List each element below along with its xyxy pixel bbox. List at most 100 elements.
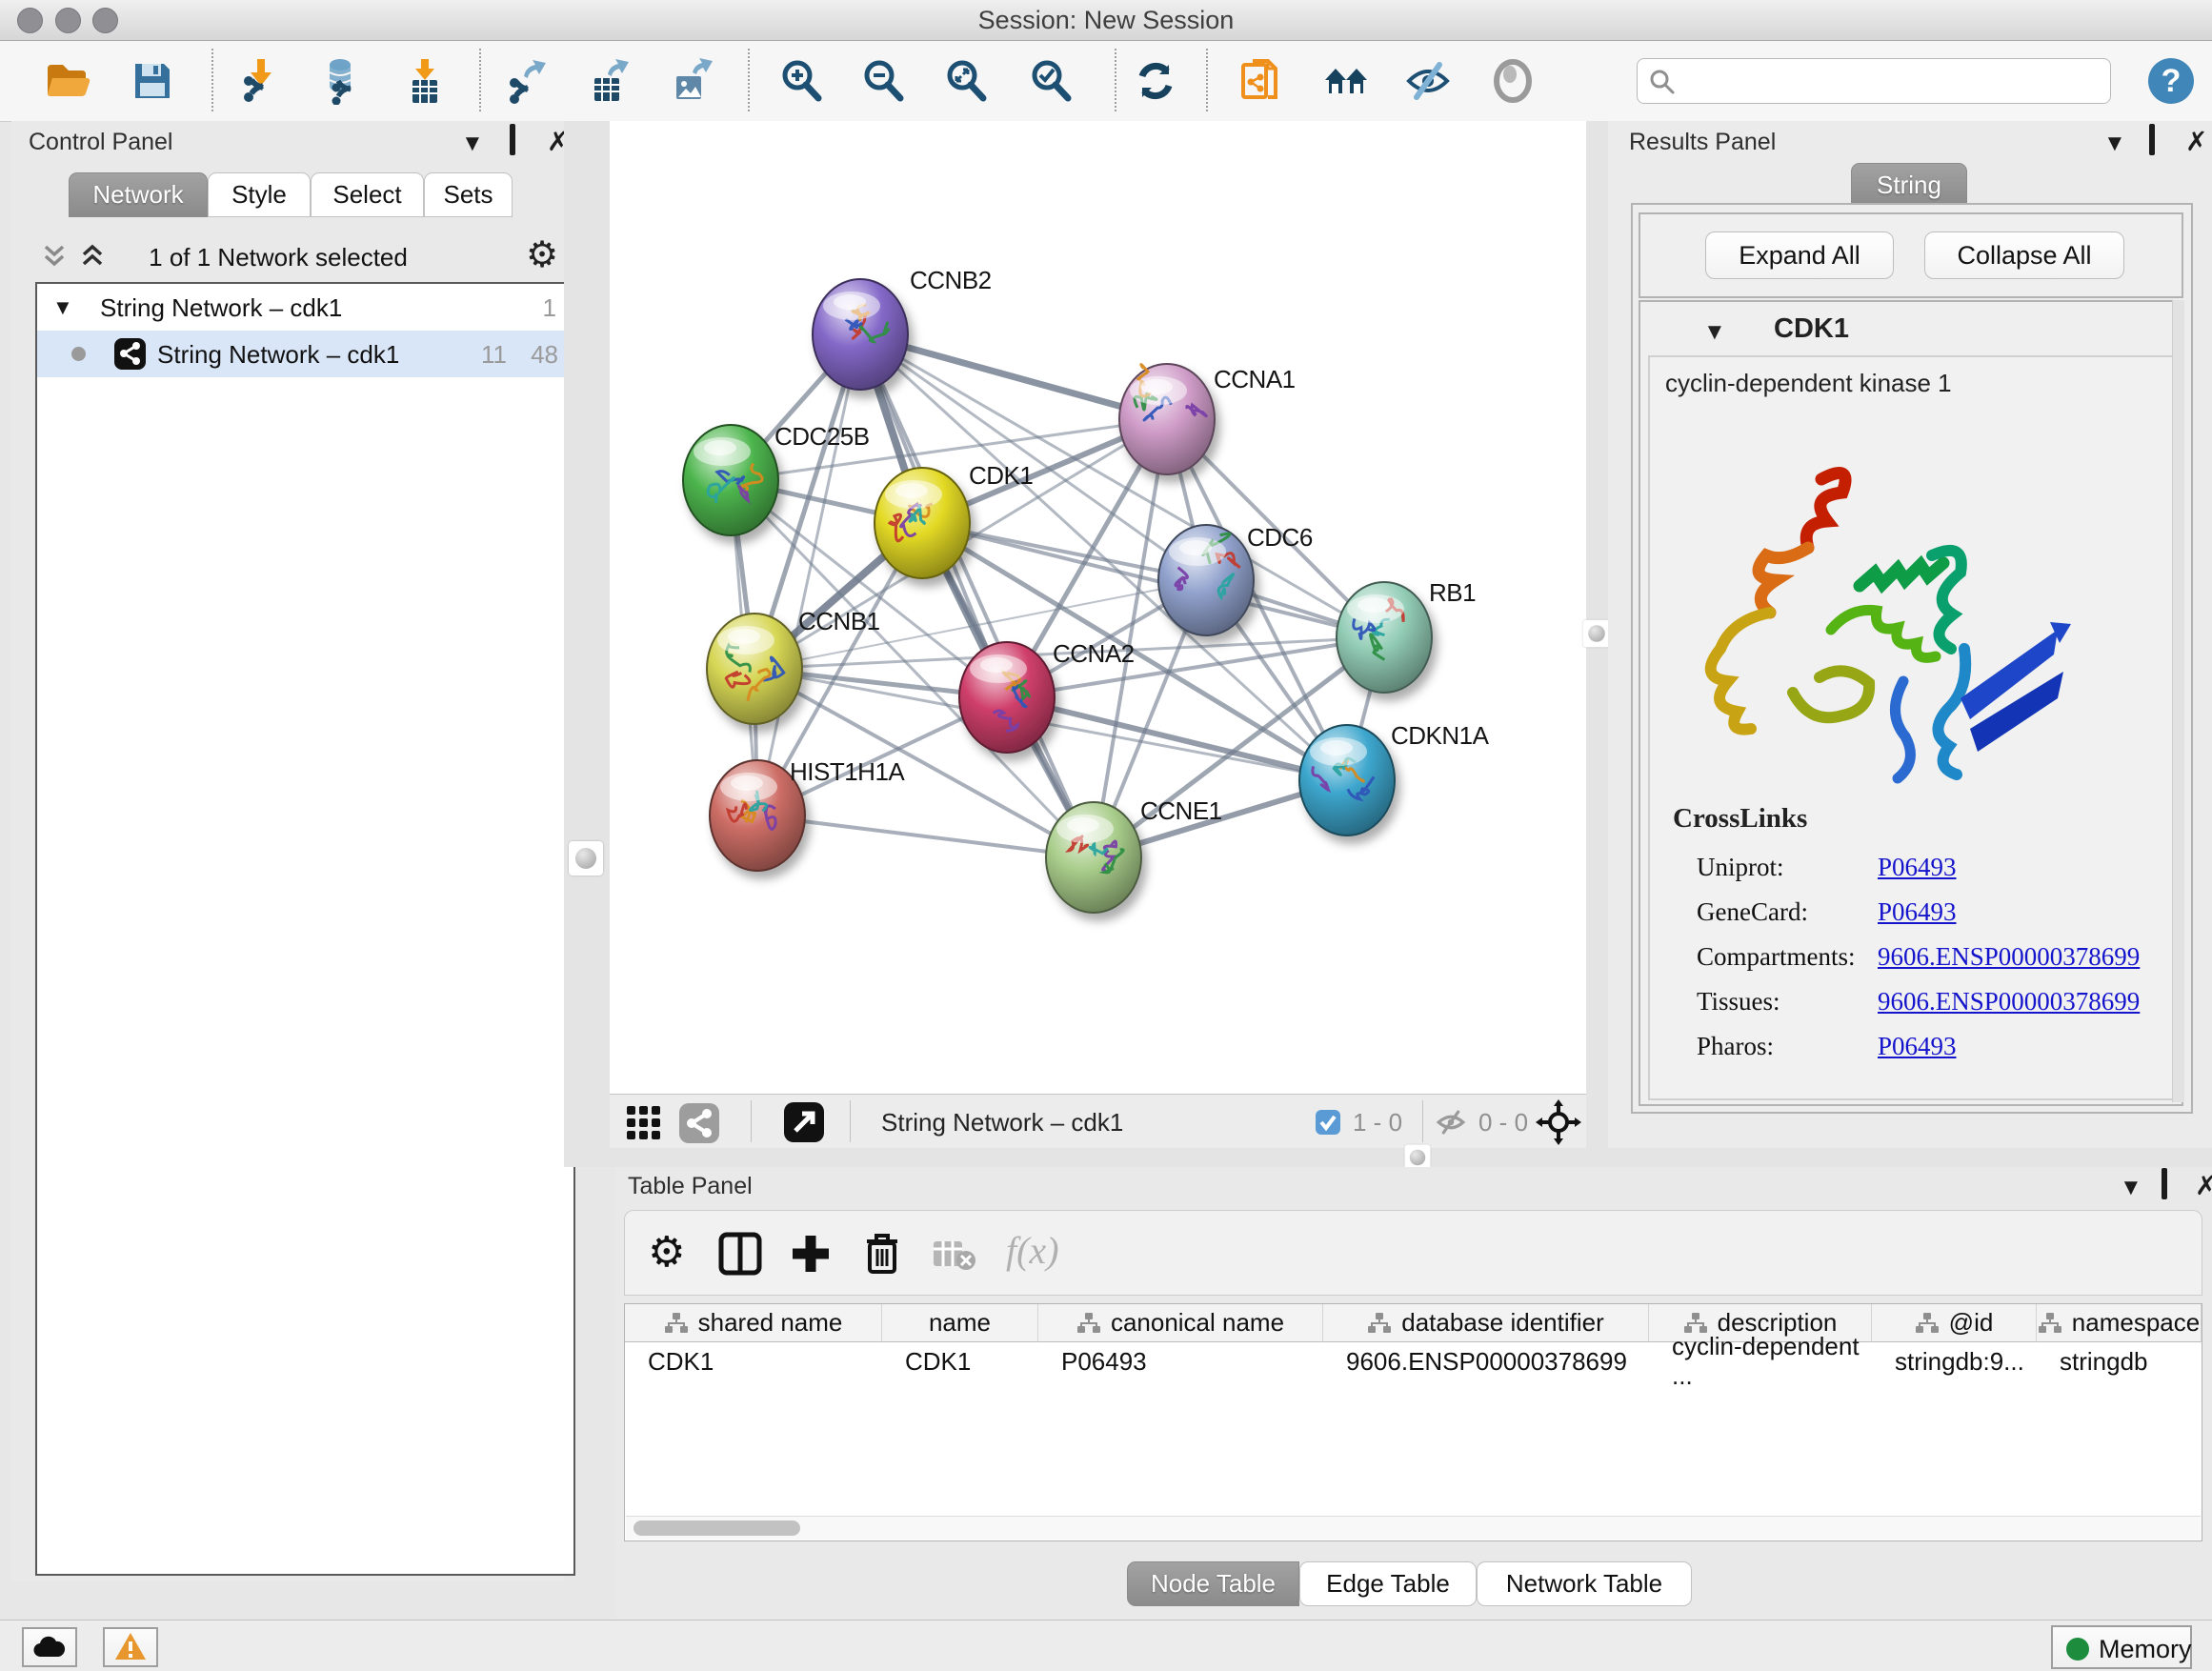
tab-select[interactable]: Select bbox=[311, 172, 424, 217]
table-hscrollbar[interactable] bbox=[626, 1516, 2201, 1540]
panel-float-icon[interactable] bbox=[510, 129, 515, 151]
crosslink-link[interactable]: 9606.ENSP00000378699 bbox=[1878, 942, 2140, 972]
node-CDC25B[interactable] bbox=[683, 425, 778, 535]
selected-checkbox-icon[interactable] bbox=[1315, 1109, 1341, 1136]
crosslink-link[interactable]: P06493 bbox=[1878, 853, 1957, 882]
delete-column-icon[interactable] bbox=[861, 1230, 903, 1276]
memory-button[interactable]: Memory bbox=[2051, 1625, 2192, 1669]
crosslink-link[interactable]: 9606.ENSP00000378699 bbox=[1878, 987, 2140, 1017]
crosshair-icon[interactable] bbox=[1536, 1099, 1581, 1145]
show-columns-icon[interactable] bbox=[718, 1232, 762, 1276]
import-network-database-button[interactable] bbox=[316, 57, 364, 105]
panel-close-icon[interactable]: ✗ bbox=[2195, 1173, 2212, 1199]
column-header-shared-name[interactable]: shared name bbox=[625, 1304, 882, 1342]
import-network-file-button[interactable] bbox=[236, 57, 284, 105]
crosslink-link[interactable]: P06493 bbox=[1878, 1032, 1957, 1061]
right-splitter-handle[interactable] bbox=[1583, 620, 1611, 648]
table-cell[interactable]: stringdb:9... bbox=[1872, 1342, 2037, 1380]
zoom-out-button[interactable] bbox=[860, 57, 908, 105]
panel-menu-icon[interactable]: ▼ bbox=[2120, 1177, 2142, 1199]
entry-collapse-icon[interactable]: ▼ bbox=[1703, 319, 1726, 346]
node-CDK1[interactable] bbox=[875, 468, 970, 578]
cloud-button[interactable] bbox=[22, 1627, 77, 1667]
network-options-gear-icon[interactable]: ⚙ bbox=[526, 233, 558, 276]
tab-sets[interactable]: Sets bbox=[424, 172, 513, 217]
column-header-namespace[interactable]: namespace bbox=[2037, 1304, 2202, 1342]
network-canvas[interactable]: CCNB2CCNA1CDC25BCDK1CDC6RB1CCNB1CCNA2CDK… bbox=[610, 121, 1586, 1094]
search-box bbox=[1637, 58, 2111, 104]
bottom-splitter[interactable] bbox=[564, 1148, 2212, 1167]
network-collection-row[interactable]: ▼ String Network – cdk1 1 bbox=[37, 284, 573, 331]
table-cell[interactable]: 9606.ENSP00000378699 bbox=[1323, 1342, 1649, 1380]
open-session-button[interactable] bbox=[43, 57, 90, 105]
tab-network-table[interactable]: Network Table bbox=[1477, 1561, 1692, 1606]
node-CCNE1[interactable] bbox=[1046, 802, 1141, 913]
edge-CDK1-RB1[interactable] bbox=[922, 523, 1384, 637]
left-splitter[interactable] bbox=[564, 121, 610, 1148]
node-CCNB1[interactable] bbox=[707, 614, 802, 724]
table-cell[interactable]: P06493 bbox=[1038, 1342, 1323, 1380]
string-share-icon[interactable] bbox=[678, 1102, 720, 1144]
column-header-name[interactable]: name bbox=[882, 1304, 1038, 1342]
crosslink-link[interactable]: P06493 bbox=[1878, 897, 1957, 927]
import-table-file-button[interactable] bbox=[401, 57, 449, 105]
add-column-icon[interactable] bbox=[789, 1232, 833, 1276]
table-cell[interactable]: cyclin-dependent ... bbox=[1649, 1342, 1872, 1380]
tab-style[interactable]: Style bbox=[208, 172, 311, 217]
panel-float-icon[interactable] bbox=[2149, 129, 2155, 151]
node-CCNB2[interactable] bbox=[813, 279, 908, 390]
column-header--id[interactable]: @id bbox=[1872, 1304, 2037, 1342]
export-table-button[interactable] bbox=[585, 57, 633, 105]
panel-close-icon[interactable]: ✗ bbox=[2185, 129, 2207, 155]
node-label-CDK1: CDK1 bbox=[969, 461, 1033, 490]
table-cell[interactable]: stringdb bbox=[2037, 1342, 2202, 1380]
refresh-button[interactable] bbox=[1132, 57, 1179, 105]
panel-menu-icon[interactable]: ▼ bbox=[461, 132, 484, 155]
detach-view-icon[interactable] bbox=[783, 1101, 825, 1143]
panel-float-icon[interactable] bbox=[2162, 1173, 2167, 1196]
tab-string[interactable]: String bbox=[1851, 163, 1967, 208]
save-session-button[interactable] bbox=[129, 57, 176, 105]
export-image-button[interactable] bbox=[668, 57, 715, 105]
export-network-button[interactable] bbox=[503, 57, 551, 105]
table-cell[interactable]: CDK1 bbox=[882, 1342, 1038, 1380]
genemania-button[interactable] bbox=[1322, 57, 1370, 105]
zoom-selected-button[interactable] bbox=[1028, 57, 1076, 105]
show-hidden-button[interactable] bbox=[1489, 57, 1537, 105]
tab-edge-table[interactable]: Edge Table bbox=[1299, 1561, 1477, 1606]
network-view-title: String Network – cdk1 bbox=[881, 1108, 1123, 1137]
collapse-all-button[interactable]: Collapse All bbox=[1924, 232, 2124, 279]
node-entry-box: ▼ CDK1 cyclin-dependent kinase 1 bbox=[1639, 300, 2183, 1106]
edge-CCNB2-HIST1H1A[interactable] bbox=[757, 334, 860, 815]
hscrollbar-thumb[interactable] bbox=[633, 1520, 800, 1536]
column-header-canonical-name[interactable]: canonical name bbox=[1038, 1304, 1323, 1342]
table-options-gear-icon[interactable]: ⚙ bbox=[648, 1228, 685, 1277]
node-CDKN1A[interactable] bbox=[1299, 725, 1395, 836]
zoom-in-button[interactable] bbox=[778, 57, 826, 105]
right-splitter[interactable] bbox=[1586, 121, 1608, 1148]
node-CDC6[interactable] bbox=[1158, 525, 1254, 635]
table-cell[interactable]: CDK1 bbox=[625, 1342, 882, 1380]
expand-all-button[interactable]: Expand All bbox=[1705, 232, 1894, 279]
collapse-arrow-icon[interactable]: ▼ bbox=[52, 295, 73, 320]
tab-node-table[interactable]: Node Table bbox=[1127, 1561, 1299, 1606]
edge-HIST1H1A-CCNE1[interactable] bbox=[757, 815, 1094, 857]
results-scrollbar[interactable] bbox=[2172, 300, 2184, 1102]
node-CCNA1[interactable] bbox=[1119, 364, 1215, 474]
column-header-database-identifier[interactable]: database identifier bbox=[1323, 1304, 1649, 1342]
help-button[interactable]: ? bbox=[2146, 56, 2194, 104]
zoom-fit-button[interactable] bbox=[943, 57, 991, 105]
tab-network[interactable]: Network bbox=[69, 172, 208, 217]
warning-button[interactable] bbox=[103, 1627, 158, 1667]
panel-menu-icon[interactable]: ▼ bbox=[2103, 132, 2126, 155]
string-protein-query-button[interactable] bbox=[1237, 57, 1285, 105]
left-splitter-handle[interactable] bbox=[569, 841, 603, 876]
node-RB1[interactable] bbox=[1337, 582, 1432, 693]
export-network-icon bbox=[503, 57, 551, 105]
birds-eye-grid-icon[interactable] bbox=[625, 1104, 663, 1142]
node-CCNA2[interactable] bbox=[959, 642, 1055, 753]
network-row-selected[interactable]: String Network – cdk1 11 48 bbox=[37, 331, 573, 377]
column-label: shared name bbox=[698, 1308, 843, 1338]
hide-selected-button[interactable] bbox=[1404, 57, 1452, 105]
search-input[interactable] bbox=[1683, 63, 2097, 97]
